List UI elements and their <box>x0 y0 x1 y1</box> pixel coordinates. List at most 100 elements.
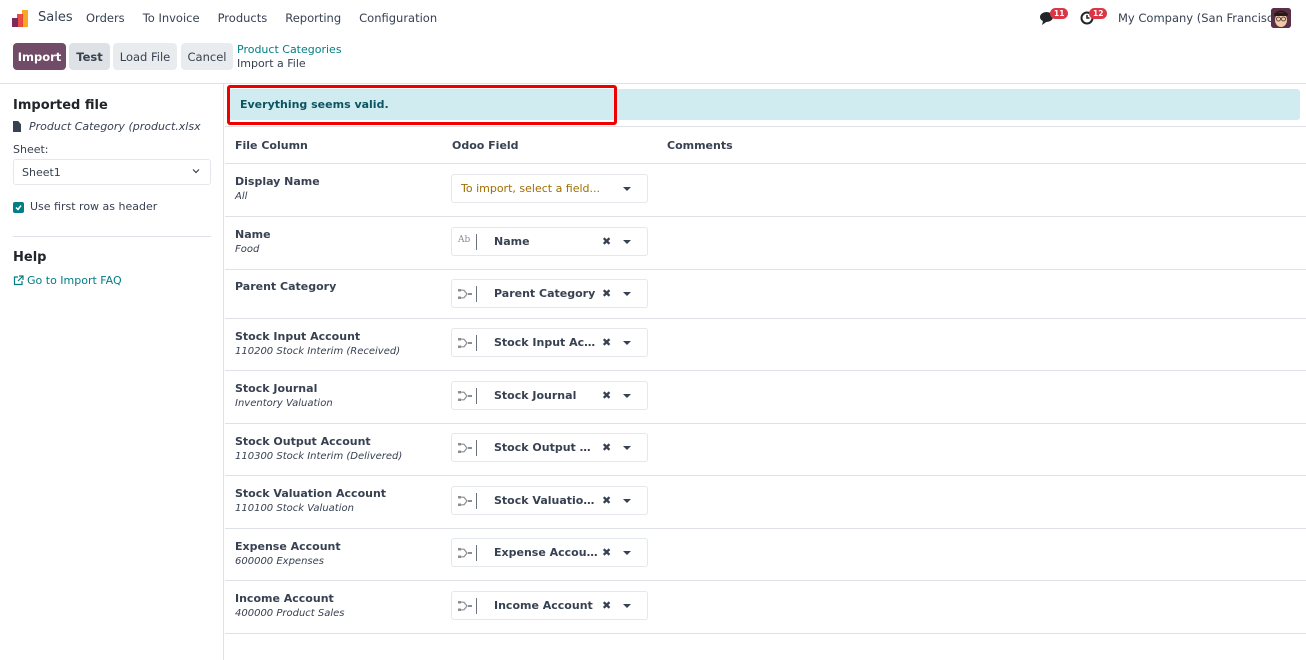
odoo-field-value: Stock Valuation A... <box>494 494 598 507</box>
validation-message: Everything seems valid. <box>240 98 389 111</box>
file-column-sample: Food <box>235 244 260 255</box>
sales-app-logo-icon[interactable] <box>11 9 29 27</box>
field-type-separator <box>476 493 477 509</box>
odoo-field-select[interactable]: Parent Category ✖ <box>451 279 648 308</box>
mapping-row: Parent Category Parent Category ✖ <box>225 270 1306 318</box>
caret-down-icon[interactable] <box>623 341 631 345</box>
relation-field-type-icon <box>458 289 472 299</box>
odoo-field-value: Stock Input Acco... <box>494 336 598 349</box>
top-navbar: Sales Orders To Invoice Products Reporti… <box>0 0 1306 36</box>
relation-field-type-icon <box>458 601 472 611</box>
caret-down-icon[interactable] <box>623 446 631 450</box>
file-column-sample: Inventory Valuation <box>235 398 333 409</box>
odoo-field-value: Stock Journal <box>494 389 577 402</box>
clear-field-icon[interactable]: ✖ <box>602 494 611 507</box>
file-column-name: Display Name <box>235 175 320 188</box>
caret-down-icon[interactable] <box>623 394 631 398</box>
mapping-row: Expense Account 600000 Expenses Expense Ac… <box>225 529 1306 580</box>
menu-reporting[interactable]: Reporting <box>285 11 341 25</box>
file-column-sample: 110300 Stock Interim (Delivered) <box>235 451 403 462</box>
file-column-name: Stock Valuation Account <box>235 487 387 500</box>
caret-down-icon[interactable] <box>623 499 631 503</box>
clear-field-icon[interactable]: ✖ <box>602 235 611 248</box>
menu-products[interactable]: Products <box>218 11 268 25</box>
sheet-label: Sheet: <box>13 143 49 156</box>
file-column-name: Parent Category <box>235 280 337 293</box>
menu-to-invoice[interactable]: To Invoice <box>143 11 200 25</box>
import-button[interactable]: Import <box>13 43 66 70</box>
odoo-field-value: Income Account <box>494 599 593 612</box>
messages-count-badge: 11 <box>1050 8 1069 19</box>
validation-alert: Everything seems valid. <box>229 89 1300 120</box>
activities-count-badge: 12 <box>1089 8 1108 19</box>
use-first-row-header-checkbox[interactable] <box>13 202 24 213</box>
odoo-field-select[interactable]: Ab Name ✖ <box>451 227 648 256</box>
external-link-icon <box>13 275 24 286</box>
chevron-down-icon <box>192 169 200 174</box>
file-column-sample: 110100 Stock Valuation <box>235 503 354 514</box>
file-column-sample: All <box>235 191 248 202</box>
imported-file-title: Imported file <box>13 98 108 113</box>
import-sidebar: Imported file Product Category (product.… <box>0 84 224 660</box>
field-type-separator <box>476 286 477 302</box>
sidebar-divider <box>13 236 211 237</box>
file-column-name: Expense Account <box>235 540 341 553</box>
odoo-field-select[interactable]: Stock Input Acco... ✖ <box>451 328 648 357</box>
file-column-name: Stock Output Account <box>235 435 371 448</box>
caret-down-icon[interactable] <box>623 604 631 608</box>
checkmark-icon <box>15 205 22 211</box>
use-first-row-header-label[interactable]: Use first row as header <box>30 200 157 213</box>
caret-down-icon[interactable] <box>623 187 631 191</box>
sheet-select[interactable]: Sheet1 <box>13 159 211 185</box>
app-name[interactable]: Sales <box>38 10 73 25</box>
odoo-field-select[interactable]: Stock Output Acc... ✖ <box>451 433 648 462</box>
mapping-row: Display Name All To import, select a field… <box>225 164 1306 216</box>
caret-down-icon[interactable] <box>623 240 631 244</box>
odoo-field-select[interactable]: Income Account ✖ <box>451 591 648 620</box>
test-button[interactable]: Test <box>69 43 110 70</box>
mapping-row: Name Food Ab Name ✖ <box>225 217 1306 269</box>
imported-file-name: Product Category (product.xlsx <box>29 120 201 133</box>
menu-configuration[interactable]: Configuration <box>359 11 437 25</box>
field-type-separator <box>476 598 477 614</box>
field-type-separator <box>476 440 477 456</box>
caret-down-icon[interactable] <box>623 292 631 296</box>
odoo-field-placeholder: To import, select a field... <box>461 182 601 195</box>
load-file-button[interactable]: Load File <box>113 43 177 70</box>
menu-orders[interactable]: Orders <box>86 11 125 25</box>
user-avatar[interactable] <box>1271 8 1291 28</box>
cancel-button[interactable]: Cancel <box>181 43 233 70</box>
file-column-sample: 400000 Product Sales <box>235 608 345 619</box>
import-faq-link[interactable]: Go to Import FAQ <box>13 274 122 287</box>
field-type-separator <box>476 335 477 351</box>
clear-field-icon[interactable]: ✖ <box>602 336 611 349</box>
relation-field-type-icon <box>458 443 472 453</box>
odoo-field-select[interactable]: Expense Account ✖ <box>451 538 648 567</box>
field-type-separator <box>476 234 477 250</box>
clear-field-icon[interactable]: ✖ <box>602 546 611 559</box>
sheet-selected-value: Sheet1 <box>22 166 61 179</box>
clear-field-icon[interactable]: ✖ <box>602 599 611 612</box>
company-switcher[interactable]: My Company (San Francisco) <box>1118 11 1285 25</box>
clear-field-icon[interactable]: ✖ <box>602 389 611 402</box>
clear-field-icon[interactable]: ✖ <box>602 287 611 300</box>
file-column-sample: 110200 Stock Interim (Received) <box>235 346 401 357</box>
row-divider <box>225 126 1306 127</box>
main-menu: Orders To Invoice Products Reporting Con… <box>86 11 455 25</box>
odoo-field-select[interactable]: To import, select a field... <box>451 174 648 203</box>
caret-down-icon[interactable] <box>623 551 631 555</box>
mapping-row: Stock Input Account 110200 Stock Interim … <box>225 319 1306 370</box>
odoo-field-select[interactable]: Stock Valuation A... ✖ <box>451 486 648 515</box>
odoo-field-value: Name <box>494 235 530 248</box>
field-type-separator <box>476 388 477 404</box>
header-odoo-field: Odoo Field <box>452 139 519 152</box>
odoo-field-select[interactable]: Stock Journal ✖ <box>451 381 648 410</box>
file-icon <box>13 121 21 132</box>
header-comments: Comments <box>667 139 733 152</box>
clear-field-icon[interactable]: ✖ <box>602 441 611 454</box>
breadcrumb-current: Import a File <box>237 57 306 70</box>
breadcrumb-product-categories[interactable]: Product Categories <box>237 43 342 56</box>
file-column-name: Name <box>235 228 271 241</box>
row-divider <box>225 633 1306 634</box>
mapping-row: Stock Journal Inventory Valuation Stock Jo… <box>225 371 1306 423</box>
